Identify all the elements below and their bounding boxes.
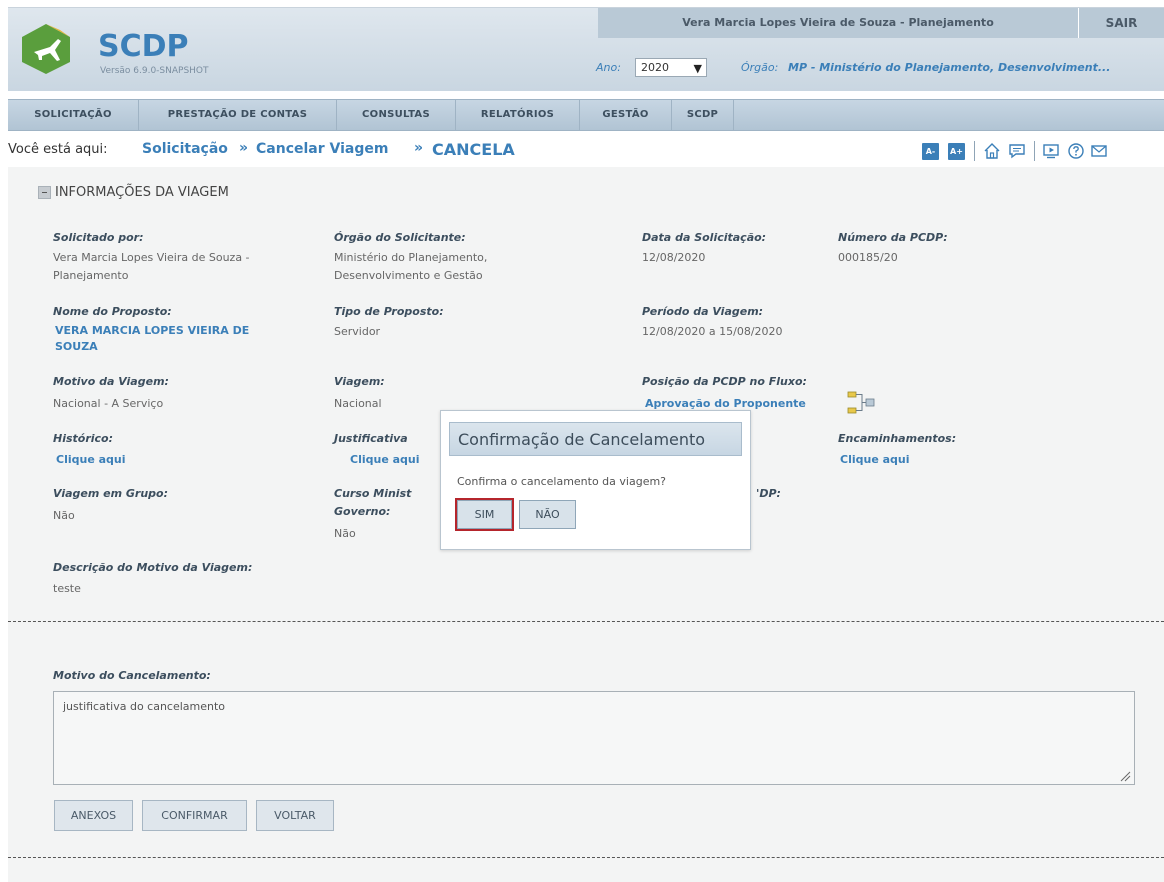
breadcrumb: Você está aqui: Solicitação » Cancelar V… <box>8 137 1164 165</box>
viagem-label: Viagem: <box>334 375 385 388</box>
motivo-cancelamento-input[interactable]: justificativa do cancelamento <box>53 691 1135 785</box>
breadcrumb-prefix: Você está aqui: <box>8 142 108 157</box>
cancel-confirmation-dialog: Confirmação de Cancelamento Confirma o c… <box>440 410 751 550</box>
org-label: Órgão: <box>741 61 779 74</box>
resize-grip-icon[interactable] <box>1119 770 1131 782</box>
anexos-button[interactable]: ANEXOS <box>54 800 133 831</box>
help-icon[interactable] <box>1066 141 1086 161</box>
nome-proposto-label: Nome do Proposto: <box>53 305 172 318</box>
year-select-value: 2020 <box>641 61 669 74</box>
encaminhamentos-link[interactable]: Clique aqui <box>840 452 910 468</box>
justificativa-link[interactable]: Clique aqui <box>350 452 420 468</box>
collapse-icon[interactable] <box>38 186 51 199</box>
data-solicitacao-label: Data da Solicitação: <box>642 231 767 244</box>
justificativa-label: Justificativa <box>334 432 408 445</box>
video-icon[interactable] <box>1041 141 1061 161</box>
posicao-fluxo-label: Posição da PCDP no Fluxo: <box>642 375 807 388</box>
solicitado-por-label: Solicitado por: <box>53 231 144 244</box>
periodo-viagem-value: 12/08/2020 a 15/08/2020 <box>642 325 783 338</box>
app-version: Versão 6.9.0-SNAPSHOT <box>100 66 209 76</box>
section-divider <box>8 621 1164 622</box>
curso-label-governo: Governo: <box>334 505 391 518</box>
year-select[interactable]: 2020 ▼ <box>635 58 707 77</box>
nav-item-relatorios[interactable]: RELATÓRIOS <box>456 100 580 130</box>
nav-item-gestao[interactable]: GESTÃO <box>580 100 672 130</box>
historico-label: Histórico: <box>53 432 114 445</box>
nav-item-prestacao-de-contas[interactable]: PRESTAÇÃO DE CONTAS <box>139 100 337 130</box>
scdp-logo-icon <box>22 24 70 74</box>
nav-item-solicitacao[interactable]: SOLICITAÇÃO <box>8 100 139 130</box>
tipo-proposto-label: Tipo de Proposto: <box>334 305 444 318</box>
confirmar-button[interactable]: CONFIRMAR <box>142 800 247 831</box>
orgao-solicitante-value: Ministério do Planejamento, Desenvolvime… <box>334 251 488 282</box>
user-bar: Vera Marcia Lopes Vieira de Souza - Plan… <box>598 8 1164 38</box>
motivo-cancelamento-label: Motivo do Cancelamento: <box>53 669 211 682</box>
workflow-icon[interactable] <box>846 390 876 416</box>
font-decrease-button[interactable]: A- <box>922 143 939 160</box>
breadcrumb-separator-icon: » <box>239 140 249 156</box>
toolbar-divider <box>974 141 975 161</box>
app-header: SCDP Versão 6.9.0-SNAPSHOT Vera Marcia L… <box>8 7 1164 91</box>
breadcrumb-separator-icon: » <box>414 140 424 156</box>
main-nav: SOLICITAÇÃO PRESTAÇÃO DE CONTAS CONSULTA… <box>8 99 1164 131</box>
section-title: INFORMAÇÕES DA VIAGEM <box>55 185 229 200</box>
section-divider <box>8 857 1164 858</box>
chevron-down-icon: ▼ <box>693 62 702 75</box>
app-logo-text: SCDP <box>98 29 189 64</box>
breadcrumb-item-solicitacao[interactable]: Solicitação <box>142 141 228 157</box>
user-name: Vera Marcia Lopes Vieira de Souza - Plan… <box>682 16 994 29</box>
viagem-grupo-value: Não <box>53 509 75 522</box>
motivo-viagem-value: Nacional - A Serviço <box>53 397 164 410</box>
nav-item-scdp[interactable]: SCDP <box>672 100 734 130</box>
descricao-motivo-label: Descrição do Motivo da Viagem: <box>53 561 253 574</box>
numero-pcdp-value: 000185/20 <box>838 251 898 264</box>
encaminhamentos-label: Encaminhamentos: <box>838 432 957 445</box>
descricao-motivo-value: teste <box>53 582 81 595</box>
org-value[interactable]: MP - Ministério do Planejamento, Desenvo… <box>788 61 1110 74</box>
viagem-value: Nacional <box>334 397 382 410</box>
sim-button[interactable]: SIM <box>455 498 514 531</box>
voltar-button[interactable]: VOLTAR <box>256 800 334 831</box>
tipo-proposto-value: Servidor <box>334 325 381 338</box>
curso-value: Não <box>334 527 356 540</box>
data-solicitacao-value: 12/08/2020 <box>642 251 706 264</box>
breadcrumb-current: CANCELA <box>432 140 515 159</box>
breadcrumb-item-cancelar-viagem[interactable]: Cancelar Viagem <box>256 141 388 157</box>
dialog-header: Confirmação de Cancelamento <box>449 422 742 456</box>
dialog-message: Confirma o cancelamento da viagem? <box>457 475 667 488</box>
mail-icon[interactable] <box>1089 141 1109 161</box>
chat-icon[interactable] <box>1007 141 1027 161</box>
toolbar-divider <box>1034 141 1035 161</box>
numero-pcdp-label: Número da PCDP: <box>838 231 948 244</box>
year-label: Ano: <box>596 61 621 74</box>
periodo-viagem-label: Período da Viagem: <box>642 305 764 318</box>
logout-button[interactable]: SAIR <box>1079 8 1164 38</box>
motivo-viagem-label: Motivo da Viagem: <box>53 375 169 388</box>
nav-item-consultas[interactable]: CONSULTAS <box>337 100 456 130</box>
dialog-title: Confirmação de Cancelamento <box>458 430 706 449</box>
nome-proposto-link[interactable]: VERA MARCIA LOPES VIEIRA DE SOUZA <box>55 323 295 355</box>
partial-field-label: 'DP: <box>756 487 781 500</box>
viagem-grupo-label: Viagem em Grupo: <box>53 487 169 500</box>
nao-button[interactable]: NÃO <box>519 500 576 529</box>
solicitado-por-value: Vera Marcia Lopes Vieira de Souza - Plan… <box>53 251 250 282</box>
orgao-solicitante-label: Órgão do Solicitante: <box>334 231 466 244</box>
historico-link[interactable]: Clique aqui <box>56 452 126 468</box>
home-icon[interactable] <box>982 141 1002 161</box>
font-increase-button[interactable]: A+ <box>948 143 965 160</box>
curso-label: Curso Minist <box>334 487 412 500</box>
